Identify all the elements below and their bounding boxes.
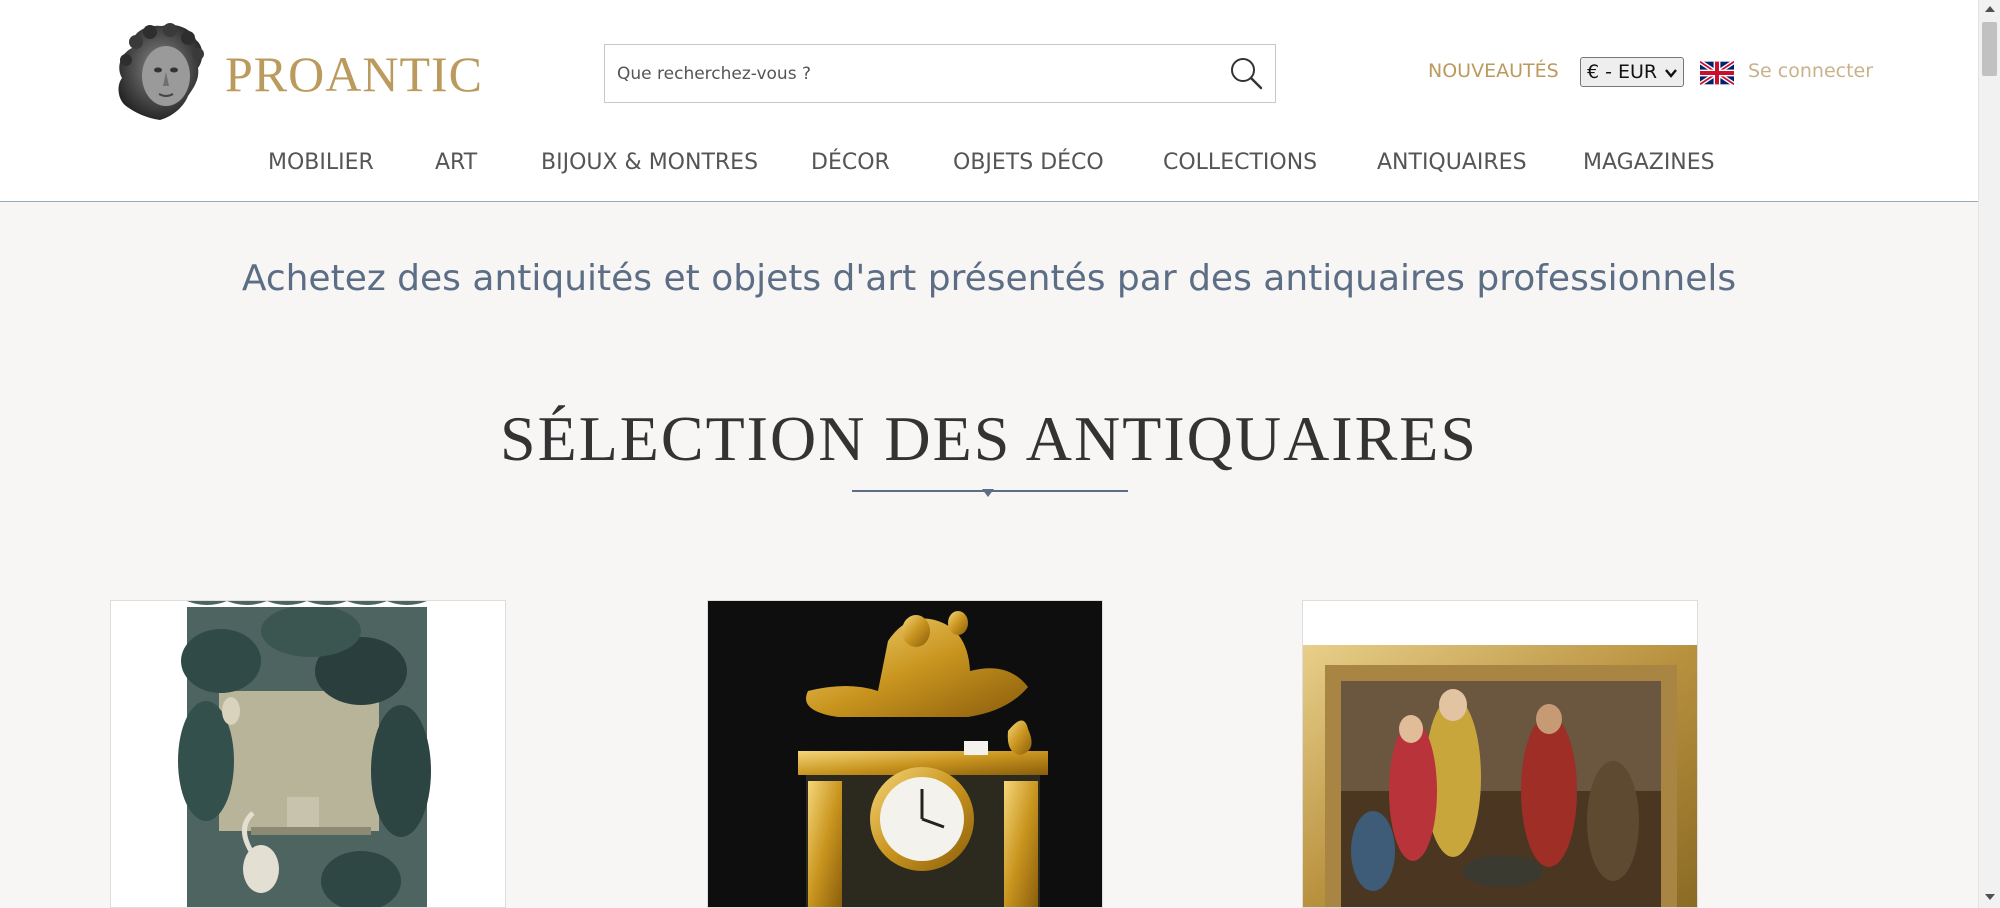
logo-bust-icon[interactable]	[112, 20, 212, 122]
product-card[interactable]	[110, 600, 506, 908]
search-box	[604, 44, 1276, 103]
brand-name[interactable]: PROANTIC	[225, 45, 483, 103]
nav-item-objets-deco[interactable]: OBJETS DÉCO	[953, 150, 1104, 175]
nav-item-art[interactable]: ART	[435, 150, 477, 175]
uk-flag-icon[interactable]	[1700, 61, 1734, 85]
login-link[interactable]: Se connecter	[1748, 60, 1873, 82]
tapestry-image	[111, 601, 505, 907]
scroll-thumb[interactable]	[1982, 22, 1997, 76]
painting-image	[1303, 601, 1697, 907]
nav-item-decor[interactable]: DÉCOR	[811, 150, 890, 175]
nouveautes-link[interactable]: NOUVEAUTÉS	[1428, 60, 1559, 82]
nav-item-collections[interactable]: COLLECTIONS	[1163, 150, 1317, 175]
nav-item-mobilier[interactable]: MOBILIER	[268, 150, 374, 175]
nav-item-antiquaires[interactable]: ANTIQUAIRES	[1377, 150, 1527, 175]
site-header: PROANTIC NOUVEAUTÉS € - EUR Se connecter…	[0, 0, 1978, 202]
product-card[interactable]	[707, 600, 1103, 908]
scroll-down-arrow-icon[interactable]	[1984, 892, 1996, 902]
chevron-down-icon	[1665, 69, 1677, 78]
search-input[interactable]	[605, 45, 1205, 102]
section-title: SÉLECTION DES ANTIQUAIRES	[500, 403, 1478, 474]
scrollbar[interactable]	[1978, 0, 2000, 908]
divider-notch-icon	[982, 489, 994, 497]
nav-item-magazines[interactable]: MAGAZINES	[1583, 150, 1715, 175]
currency-value: € - EUR	[1587, 61, 1658, 83]
main-nav: MOBILIER ART BIJOUX & MONTRES DÉCOR OBJE…	[0, 150, 1978, 180]
scroll-up-arrow-icon[interactable]	[1984, 4, 1996, 14]
currency-select[interactable]: € - EUR	[1580, 57, 1684, 87]
tagline: Achetez des antiquités et objets d'art p…	[241, 258, 1737, 299]
product-card[interactable]	[1302, 600, 1698, 908]
nav-item-bijoux-montres[interactable]: BIJOUX & MONTRES	[541, 150, 758, 175]
clock-image	[708, 601, 1102, 907]
search-icon[interactable]	[1227, 55, 1265, 93]
